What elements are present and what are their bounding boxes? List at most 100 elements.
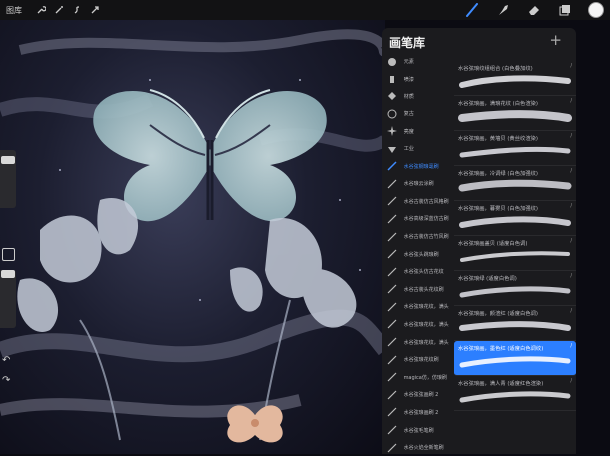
category-item[interactable]: 工业 [382,140,452,157]
brush-stroke-icon [385,247,399,261]
brush-item[interactable]: 水谷弦琅画，黄墙贝 (黄丝纹渲染) / [454,131,576,166]
spray-icon [385,72,399,86]
size-knob[interactable] [1,156,15,164]
undo-icon[interactable]: ↶ [2,355,10,366]
side-controls: ↶ ↷ [0,150,16,400]
modify-button[interactable] [2,248,15,261]
brush-set-list: 元素 喷漆 材质 复古 亮度 工业 水谷弦钢琅毫刷 水谷琅云涂刷 水谷古装仿古风… [382,53,452,456]
gallery-button[interactable]: 图库 [6,5,22,16]
brush-stroke-icon [385,317,399,331]
brush-stroke-icon [385,388,399,402]
brush-stroke-preview [459,75,571,88]
top-toolbar: 图库 [0,0,610,20]
brush-stroke-preview [458,110,572,122]
brush-set-item[interactable]: 水谷琅云涂刷 [382,175,452,193]
brush-library-title: 画笔库 [389,36,426,50]
brush-item[interactable]: 水谷弦琅画，满琅花纹 (白色渲染) / [454,96,576,131]
brush-set-item-active[interactable]: 水谷弦钢琅毫刷 [382,157,452,175]
brush-item[interactable]: 水谷弦琅画，颜渲红 (适度白色调) / [454,306,576,341]
magic-wand-icon[interactable] [50,1,68,19]
brush-stroke-icon [385,282,399,296]
brush-set-item[interactable]: magica仿，仿琅刷 [382,368,452,386]
brush-edit-icon: / [570,203,572,209]
brush-set-item[interactable]: 水谷弦弦画刷 2 [382,386,452,404]
brush-stroke-icon [385,335,399,349]
brush-edit-icon: / [570,98,572,104]
brush-item[interactable]: 水谷弦琅绿 (适度白色调) / [454,271,576,306]
brush-edit-icon: / [570,378,572,384]
retro-icon [385,107,399,121]
brush-set-item[interactable]: 水谷高级深蓝仿古刷 [382,210,452,228]
brush-stroke-icon [385,230,399,244]
brush-stroke-icon [385,353,399,367]
layers-icon[interactable] [557,2,573,18]
brush-item[interactable]: 水谷弦琅画，暮雾贝 (白色加强纹) / [454,201,576,236]
color-picker[interactable] [588,2,604,18]
flowers [17,198,357,332]
brush-stroke-preview [459,286,571,298]
brush-stroke-icon [385,265,399,279]
industrial-icon [385,142,399,156]
brush-item-selected[interactable]: 水谷弦琅画，墨色红 (适度白色调纹) / [454,341,576,376]
brush-stroke-preview [459,356,571,368]
artwork [0,29,385,443]
redo-icon[interactable]: ↷ [2,375,10,386]
smudge-icon[interactable] [495,2,511,18]
opacity-knob[interactable] [1,270,15,278]
add-brush-button[interactable]: + [549,31,562,49]
brush-stroke-icon [385,212,399,226]
category-item[interactable]: 材质 [382,88,452,105]
eraser-icon[interactable] [526,2,542,18]
brush-icon[interactable] [464,2,480,18]
brush-stroke-icon [385,159,399,173]
brush-item[interactable]: 水谷弦琅纹组组合 (白色叠加纹) / [454,61,576,96]
brush-stroke-preview [458,179,572,192]
brush-edit-icon: / [570,273,572,279]
brush-set-item[interactable]: 水谷弦琅花纹，满头 [382,333,452,351]
brush-stroke-icon [385,423,399,437]
brush-stroke-icon [385,370,399,384]
butterfly [93,89,327,222]
brush-stroke-preview [459,146,571,158]
category-item[interactable]: 喷漆 [382,70,452,87]
brush-edit-icon: / [570,308,572,314]
brush-list: 水谷弦琅纹组组合 (白色叠加纹) / 水谷弦琅画，满琅花纹 (白色渲染) / 水… [454,61,576,411]
brush-edit-icon: / [570,168,572,174]
drawing-canvas[interactable] [0,20,385,454]
brush-item[interactable]: 水谷弦琅画，冷调绿 (白色加强纹) / [454,166,576,201]
brush-set-item[interactable]: 水谷弦头跳琅刷 [382,245,452,263]
wrench-icon[interactable] [32,1,50,19]
brush-stroke-preview [459,216,571,228]
selection-icon[interactable] [68,1,86,19]
brush-edit-icon: / [570,343,572,349]
brush-set-item[interactable]: 水谷弦毛笔刷 [382,421,452,439]
brush-library-panel: 画笔库 + 元素 喷漆 材质 复古 亮度 工业 水谷弦钢琅毫刷 水谷琅云涂刷 水… [382,28,576,454]
brush-set-item[interactable]: 水谷弦琅花纹刷 [382,351,452,369]
brush-item[interactable]: 水谷弦琅画盖贝 (适度白色调) / [454,236,576,271]
brush-set-item[interactable]: 水谷弦琅花纹，满头 [382,298,452,316]
texture-icon [385,89,399,103]
luminance-icon [385,124,399,138]
brush-set-item[interactable]: 水谷弦头仿古花纹 [382,263,452,281]
category-item[interactable]: 元素 [382,53,452,70]
brush-size-slider[interactable] [0,150,16,208]
category-item[interactable]: 亮度 [382,123,452,140]
brush-set-item[interactable]: 水谷古装仿古风格刷 [382,193,452,211]
brush-stroke-preview [459,391,571,403]
right-tools [464,2,604,18]
brush-edit-icon: / [570,238,572,244]
brush-stroke-icon [385,177,399,191]
brush-set-item[interactable]: 水谷弦琅花纹，满头 [382,316,452,334]
category-item[interactable]: 复古 [382,105,452,122]
brush-item[interactable]: 水谷弦琅画，满人青 (适度红色渲染) / [454,376,576,411]
brush-set-item[interactable]: 水谷火焰全新笔刷 [382,439,452,456]
brush-stroke-icon [385,405,399,419]
brush-edit-icon: / [570,63,572,69]
brush-set-item[interactable]: 水谷古装仿古竹风刷 [382,228,452,246]
opacity-slider[interactable] [0,270,16,328]
brush-set-item[interactable]: 水谷古装头花纹刷 [382,281,452,299]
transform-icon[interactable] [86,1,104,19]
brush-stroke-icon [385,441,399,455]
brush-set-item[interactable]: 水谷弦琅画刷 2 [382,404,452,422]
element-icon [385,55,399,69]
